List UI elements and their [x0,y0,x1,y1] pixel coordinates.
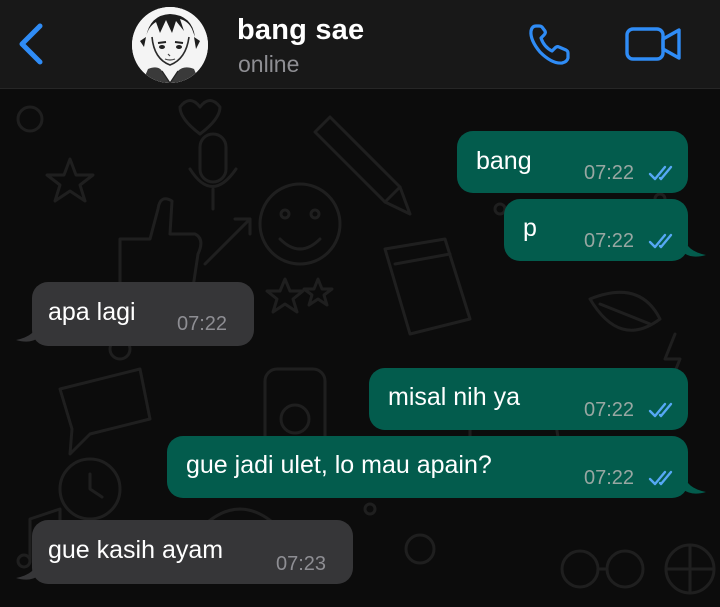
message-time: 07:22 [584,162,635,184]
outgoing-message[interactable]: gue jadi ulet, lo mau apain? 07:22 [167,436,688,498]
video-camera-icon [625,27,681,61]
chat-screen: bang sae online bang 07:22 p 07:22 apa l… [0,0,720,607]
message-text: apa lagi [48,298,136,326]
avatar-image [132,7,208,83]
message-time: 07:22 [584,399,635,421]
message-list[interactable]: bang 07:22 p 07:22 apa lagi 07:22 misal … [0,89,720,607]
bubble-tail [684,237,706,257]
message-time: 07:22 [177,313,228,335]
bubble-tail [16,322,38,342]
message-text: gue kasih ayam [48,536,224,564]
message-text: p [523,214,537,242]
read-receipt-icon [648,165,673,181]
read-receipt-icon [648,470,673,486]
back-button[interactable] [14,22,50,66]
message-time: 07:22 [584,230,635,252]
incoming-message[interactable]: gue kasih ayam 07:23 [32,520,353,584]
message-text: bang [476,147,532,175]
read-receipt-icon [648,402,673,418]
chevron-left-icon [19,23,43,65]
bubble-tail [16,560,38,580]
voice-call-button[interactable] [526,22,574,66]
incoming-message[interactable]: apa lagi 07:22 [32,282,254,346]
message-text: gue jadi ulet, lo mau apain? [186,451,492,479]
contact-status: online [238,51,300,77]
bubble-tail [684,474,706,494]
avatar[interactable] [132,7,208,83]
outgoing-message[interactable]: misal nih ya 07:22 [369,368,688,430]
message-time: 07:23 [276,553,327,575]
phone-icon [529,24,570,65]
contact-name[interactable]: bang sae [237,14,364,47]
chat-header: bang sae online [0,0,720,89]
outgoing-message[interactable]: bang 07:22 [457,131,688,193]
read-receipt-icon [648,233,673,249]
message-text: misal nih ya [388,383,520,411]
outgoing-message[interactable]: p 07:22 [504,199,688,261]
video-call-button[interactable] [624,24,684,64]
message-time: 07:22 [584,467,635,489]
